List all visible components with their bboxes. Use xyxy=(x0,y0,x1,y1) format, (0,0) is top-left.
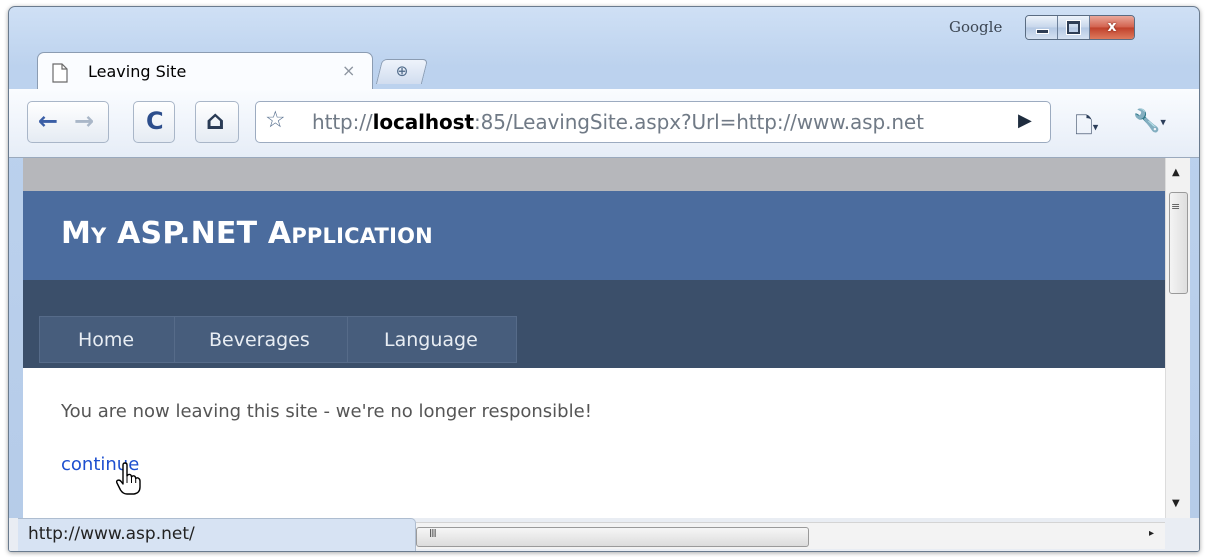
dropdown-icon: ▾ xyxy=(1092,120,1099,134)
site-menu: Home Beverages Language xyxy=(39,316,517,363)
minimize-icon xyxy=(1036,29,1049,34)
scroll-grip-icon: III xyxy=(429,527,437,540)
leaving-message: You are now leaving this site - we're no… xyxy=(61,401,592,422)
go-icon[interactable]: ▶ xyxy=(1018,110,1032,131)
back-forward-group: ← → xyxy=(27,101,109,143)
wrench-icon: 🔧 xyxy=(1133,109,1161,134)
hand-cursor-icon xyxy=(115,462,141,495)
tab-title: Leaving Site xyxy=(88,62,187,81)
menu-item-home[interactable]: Home xyxy=(39,316,174,363)
maximize-button[interactable] xyxy=(1058,16,1090,39)
page-viewport: My ASP.NET Application Home Beverages La… xyxy=(23,158,1165,518)
new-tab-button[interactable]: ⊕ xyxy=(375,59,429,84)
bookmark-star-icon[interactable]: ☆ xyxy=(265,107,286,133)
reload-icon: C xyxy=(146,107,164,135)
status-url: http://www.asp.net/ xyxy=(28,524,195,544)
reload-button[interactable]: C xyxy=(133,101,175,143)
forward-icon[interactable]: → xyxy=(74,107,94,135)
scroll-down-icon[interactable]: ▼ xyxy=(1172,498,1180,509)
page-menu-button[interactable]: 🗋▾ xyxy=(1075,109,1098,147)
home-button[interactable]: ⌂ xyxy=(195,101,239,143)
scroll-up-icon[interactable]: ▲ xyxy=(1172,167,1180,178)
new-tab-icon: ⊕ xyxy=(395,62,409,80)
page-top-band xyxy=(23,158,1165,191)
back-icon[interactable]: ← xyxy=(38,107,58,135)
window-controls: x xyxy=(1025,15,1135,40)
scroll-grip-icon: ≡ xyxy=(1171,200,1181,213)
minimize-button[interactable] xyxy=(1026,16,1058,39)
scroll-right-icon[interactable]: ▸ xyxy=(1149,528,1154,539)
page-icon: 🗋 xyxy=(1075,114,1093,139)
app-title: My ASP.NET Application xyxy=(61,216,433,251)
close-icon: x xyxy=(1107,19,1117,35)
browser-toolbar: ← → C ⌂ ☆ http://localhost:85/LeavingSit… xyxy=(9,89,1199,158)
menu-item-language[interactable]: Language xyxy=(347,316,517,363)
bottom-bar: http://www.asp.net/ III ▸ xyxy=(9,518,1199,551)
tab-leaving-site[interactable]: Leaving Site × xyxy=(37,52,373,91)
maximize-icon xyxy=(1066,20,1081,35)
close-window-button[interactable]: x xyxy=(1090,16,1134,39)
tab-close-icon[interactable]: × xyxy=(342,61,355,80)
browser-window: Google x Leaving Site × ⊕ ← → C ⌂ ☆ http… xyxy=(8,6,1200,552)
home-icon: ⌂ xyxy=(206,106,225,136)
horizontal-scrollbar[interactable]: III ▸ xyxy=(416,522,1165,549)
status-bubble: http://www.asp.net/ xyxy=(18,518,416,551)
menu-item-beverages[interactable]: Beverages xyxy=(174,316,347,363)
tools-menu-button[interactable]: 🔧▾ xyxy=(1133,109,1166,134)
address-bar[interactable]: ☆ http://localhost:85/LeavingSite.aspx?U… xyxy=(255,101,1051,143)
browser-brand: Google xyxy=(949,18,1003,36)
dropdown-icon: ▾ xyxy=(1160,115,1166,129)
horizontal-scroll-thumb[interactable]: III xyxy=(416,527,809,547)
page-icon xyxy=(52,63,68,83)
vertical-scrollbar[interactable]: ▲ ≡ ▼ xyxy=(1165,158,1190,518)
url-text: http://localhost:85/LeavingSite.aspx?Url… xyxy=(312,110,924,134)
site-header: My ASP.NET Application xyxy=(23,191,1165,280)
site-menubar: Home Beverages Language xyxy=(23,280,1165,368)
